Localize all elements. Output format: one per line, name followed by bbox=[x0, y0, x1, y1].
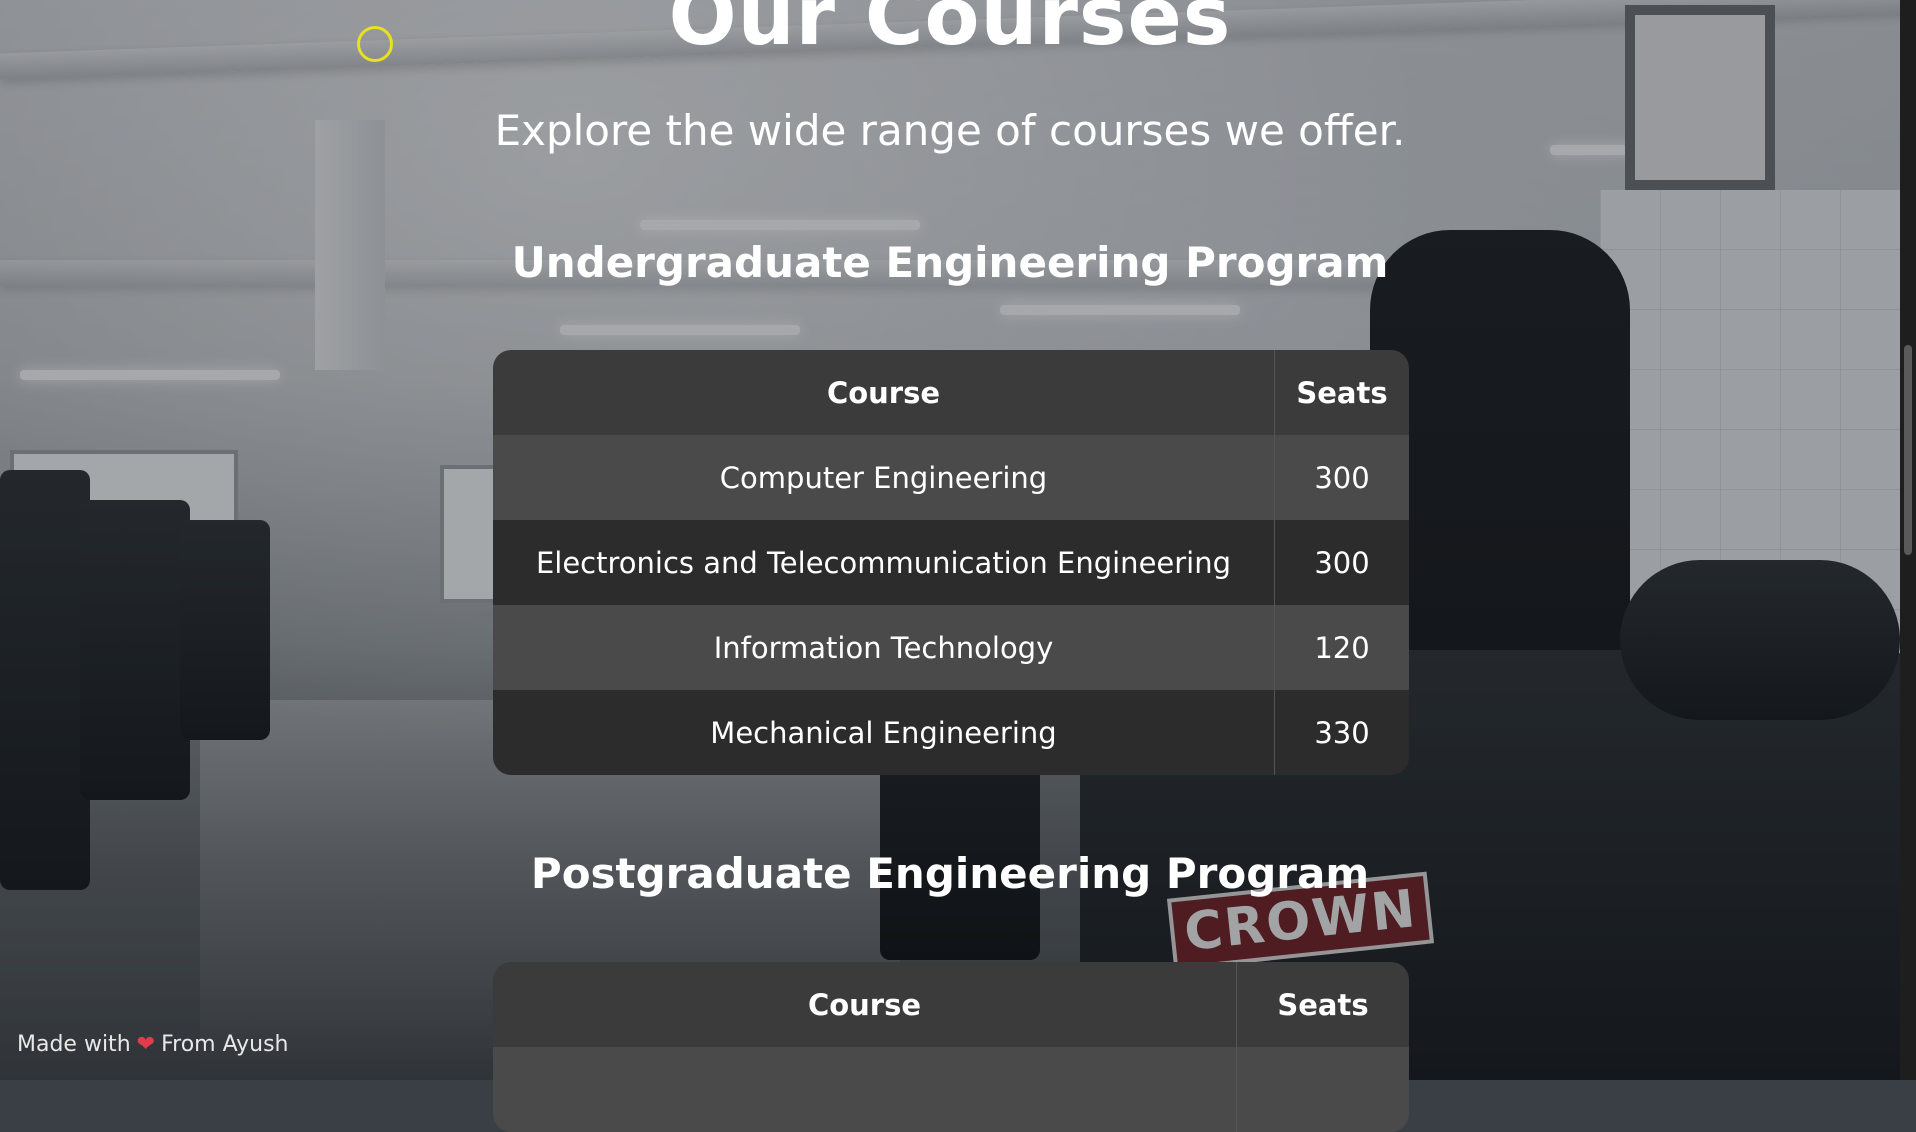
table-row: Computer Engineering 300 bbox=[493, 435, 1409, 520]
seats-cell: 300 bbox=[1274, 435, 1409, 520]
page-scrollbar[interactable] bbox=[1900, 0, 1916, 1080]
heart-icon: ❤ bbox=[137, 1032, 155, 1057]
author-text: From Ayush bbox=[161, 1032, 288, 1057]
made-with-text: Made with bbox=[17, 1032, 131, 1057]
table-header-row: Course Seats bbox=[493, 962, 1409, 1047]
postgraduate-course-table: Course Seats bbox=[493, 962, 1409, 1132]
seats-cell: 330 bbox=[1274, 690, 1409, 775]
table-row: Electronics and Telecommunication Engine… bbox=[493, 520, 1409, 605]
page-title: Our Courses bbox=[0, 0, 1900, 63]
column-header-seats: Seats bbox=[1274, 350, 1409, 435]
course-name-cell: Electronics and Telecommunication Engine… bbox=[493, 520, 1274, 605]
undergraduate-course-table: Course Seats Computer Engineering 300 El… bbox=[493, 350, 1409, 775]
table-header-row: Course Seats bbox=[493, 350, 1409, 435]
column-header-seats: Seats bbox=[1236, 962, 1409, 1047]
course-name-cell: Computer Engineering bbox=[493, 435, 1274, 520]
undergraduate-heading: Undergraduate Engineering Program bbox=[0, 238, 1900, 287]
seats-cell: 300 bbox=[1274, 520, 1409, 605]
page-subtitle: Explore the wide range of courses we off… bbox=[0, 106, 1900, 155]
table-row: Information Technology 120 bbox=[493, 605, 1409, 690]
course-name-cell: Information Technology bbox=[493, 605, 1274, 690]
footer-credit: Made with❤From Ayush bbox=[17, 1032, 289, 1057]
column-header-course: Course bbox=[493, 350, 1274, 435]
column-header-course: Course bbox=[493, 962, 1236, 1047]
course-name-cell bbox=[493, 1047, 1236, 1132]
seats-cell bbox=[1236, 1047, 1409, 1132]
table-row-partially-visible bbox=[493, 1047, 1409, 1132]
seats-cell: 120 bbox=[1274, 605, 1409, 690]
table-row: Mechanical Engineering 330 bbox=[493, 690, 1409, 775]
cursor-ring-icon bbox=[357, 26, 393, 62]
postgraduate-heading: Postgraduate Engineering Program bbox=[0, 849, 1900, 898]
course-name-cell: Mechanical Engineering bbox=[493, 690, 1274, 775]
scrollbar-thumb[interactable] bbox=[1904, 345, 1912, 555]
